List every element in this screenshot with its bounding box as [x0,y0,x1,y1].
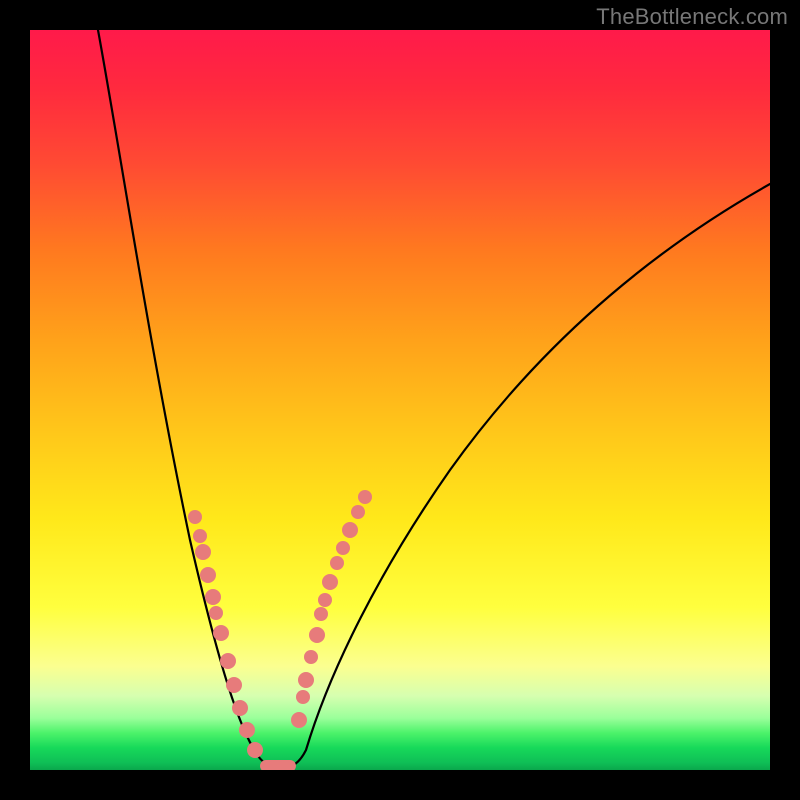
dot [232,700,248,716]
right-curve [288,184,770,767]
dot [358,490,372,504]
dot [247,742,263,758]
dot [296,690,310,704]
dot [318,593,332,607]
chart-frame: TheBottleneck.com [0,0,800,800]
dot [322,574,338,590]
left-curve [98,30,276,767]
dot [220,653,236,669]
dot [205,589,221,605]
dot [200,567,216,583]
dot [314,607,328,621]
dot [195,544,211,560]
bottom-bar-group [260,760,296,770]
dot [213,625,229,641]
watermark-text: TheBottleneck.com [596,4,788,30]
dot [330,556,344,570]
dot [193,529,207,543]
dot [291,712,307,728]
dot [209,606,223,620]
dot [298,672,314,688]
dot [336,541,350,555]
plot-area [30,30,770,770]
dot [304,650,318,664]
dot [309,627,325,643]
bottom-bar [260,760,296,770]
curve-svg [30,30,770,770]
dots-right [291,490,372,728]
dot [226,677,242,693]
dots-left [188,510,263,758]
dot [239,722,255,738]
dot [351,505,365,519]
dot [188,510,202,524]
dot [342,522,358,538]
